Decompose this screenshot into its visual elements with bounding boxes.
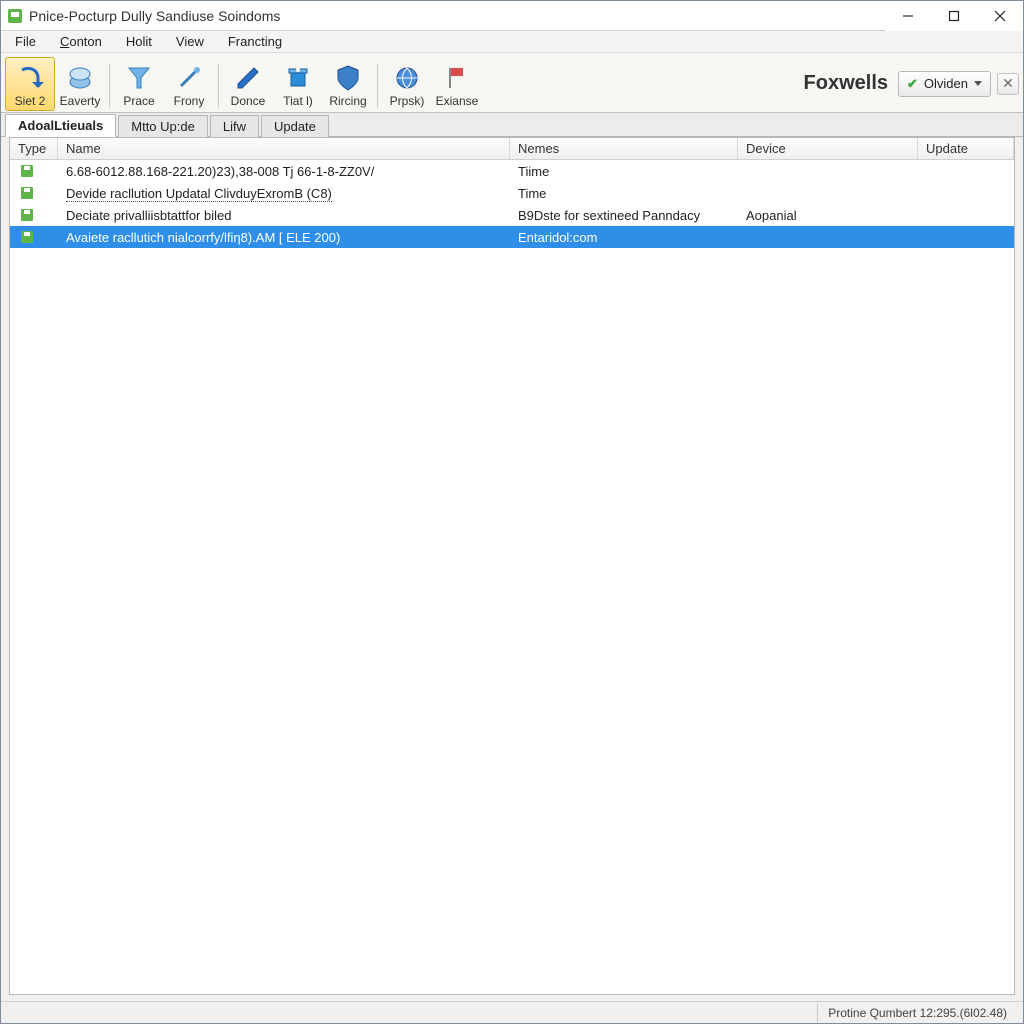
menu-view[interactable]: View (168, 32, 212, 51)
cell-device (738, 169, 918, 173)
titlebar: Pnice-Pocturp Dully Sandiuse Soindoms (1, 1, 1023, 31)
table-header: Type Name Nemes Device Update (10, 138, 1014, 160)
tab-adoallt[interactable]: AdoalLtieuals (5, 114, 116, 137)
globe-icon (393, 64, 421, 92)
toolbtn-rircing[interactable]: Rircing (323, 57, 373, 111)
toolbtn-label: Donce (231, 94, 266, 108)
col-device[interactable]: Device (738, 138, 918, 159)
cell-type (10, 228, 58, 246)
toolbtn-siet2[interactable]: Siet 2 (5, 57, 55, 111)
close-button[interactable] (977, 1, 1023, 31)
col-name[interactable]: Name (58, 138, 510, 159)
toolbtn-label: Rircing (329, 94, 366, 108)
col-nemes[interactable]: Nemes (510, 138, 738, 159)
cell-nemes: Entaridol:com (510, 228, 738, 247)
toolbtn-eaverty[interactable]: Eaverty (55, 57, 105, 111)
toolbtn-prace[interactable]: Prace (114, 57, 164, 111)
cell-update (918, 235, 1014, 239)
app-window: Pnice-Pocturp Dully Sandiuse Soindoms Fi… (0, 0, 1024, 1024)
statusbar: Protine Qumbert 12:295.(6l02.48) (1, 1001, 1023, 1023)
table-row[interactable]: Avaiete racllutich nialcorrfy/lfiƞ8).AM … (10, 226, 1014, 248)
cell-update (918, 191, 1014, 195)
app-icon (7, 8, 23, 24)
toolbar-separator (377, 64, 378, 108)
cell-nemes: Time (510, 184, 738, 203)
cell-nemes: B9Dste for sextineed Panndacy (510, 206, 738, 225)
pencil-icon (234, 64, 262, 92)
cube-icon (66, 64, 94, 92)
menubar: File Conton Holit View Francting (1, 31, 1023, 53)
chevron-down-icon (974, 81, 982, 86)
window-title: Pnice-Pocturp Dully Sandiuse Soindoms (29, 8, 885, 24)
cell-name: 6.68-6012.88.168-221.20)23),38-008 Tj 66… (58, 162, 510, 181)
toolbar-separator (218, 64, 219, 108)
tab-mtto[interactable]: Mtto Up:de (118, 115, 208, 137)
status-dropdown[interactable]: ✔ Olviden (898, 71, 991, 97)
menu-conton[interactable]: Conton (52, 32, 110, 51)
brush-icon (175, 64, 203, 92)
flag-icon (443, 64, 471, 92)
toolbtn-frony[interactable]: Frony (164, 57, 214, 111)
toolbar: Siet 2 Eaverty Prace Frony Donce (1, 53, 1023, 113)
menu-file[interactable]: File (7, 32, 44, 51)
cell-type (10, 162, 58, 180)
toolbtn-tiatl[interactable]: Tiat l) (273, 57, 323, 111)
filter-icon (125, 64, 153, 92)
toolbtn-label: Prace (123, 94, 154, 108)
toolbtn-label: Prpsk) (390, 94, 425, 108)
toolbtn-donce[interactable]: Donce (223, 57, 273, 111)
cell-device: Aopanial (738, 206, 918, 225)
maximize-button[interactable] (931, 1, 977, 31)
menu-holit[interactable]: Holit (118, 32, 160, 51)
tab-update[interactable]: Update (261, 115, 329, 137)
arrow-icon (16, 64, 44, 92)
brand-label: Foxwells (804, 72, 888, 95)
toolbar-close-button[interactable]: ✕ (997, 73, 1019, 95)
toolbar-separator (109, 64, 110, 108)
data-table: Type Name Nemes Device Update 6.68-6012.… (9, 137, 1015, 995)
cell-name: Avaiete racllutich nialcorrfy/lfiƞ8).AM … (58, 228, 510, 247)
table-row[interactable]: Devide racllution Updatal ClivduyExromB … (10, 182, 1014, 204)
check-icon: ✔ (907, 76, 918, 92)
cell-update (918, 169, 1014, 173)
table-body: 6.68-6012.88.168-221.20)23),38-008 Tj 66… (10, 160, 1014, 994)
col-type[interactable]: Type (10, 138, 58, 159)
col-update[interactable]: Update (918, 138, 1014, 159)
cell-name: Devide racllution Updatal ClivduyExromB … (58, 184, 510, 203)
table-row[interactable]: Deciate privalliisbtattfor biledB9Dste f… (10, 204, 1014, 226)
toolbtn-label: Tiat l) (283, 94, 313, 108)
toolbtn-label: Siet 2 (15, 94, 46, 108)
tabstrip: AdoalLtieuals Mtto Up:de Lifw Update (1, 113, 1023, 137)
toolbtn-exianse[interactable]: Exianse (432, 57, 482, 111)
shield-icon (334, 64, 362, 92)
status-text: Protine Qumbert 12:295.(6l02.48) (817, 1004, 1017, 1022)
status-label: Olviden (924, 76, 968, 91)
cell-type (10, 184, 58, 202)
cell-name: Deciate privalliisbtattfor biled (58, 206, 510, 225)
cell-type (10, 206, 58, 224)
toolbtn-label: Exianse (436, 94, 479, 108)
window-controls (885, 1, 1023, 30)
toolbtn-prpsk[interactable]: Prpsk) (382, 57, 432, 111)
cell-device (738, 235, 918, 239)
minimize-button[interactable] (885, 1, 931, 31)
toolbtn-label: Eaverty (60, 94, 101, 108)
cell-nemes: Tiime (510, 162, 738, 181)
trash-icon (284, 64, 312, 92)
table-row[interactable]: 6.68-6012.88.168-221.20)23),38-008 Tj 66… (10, 160, 1014, 182)
cell-device (738, 191, 918, 195)
toolbtn-label: Frony (174, 94, 205, 108)
menu-francting[interactable]: Francting (220, 32, 290, 51)
tab-lifw[interactable]: Lifw (210, 115, 259, 137)
cell-update (918, 213, 1014, 217)
